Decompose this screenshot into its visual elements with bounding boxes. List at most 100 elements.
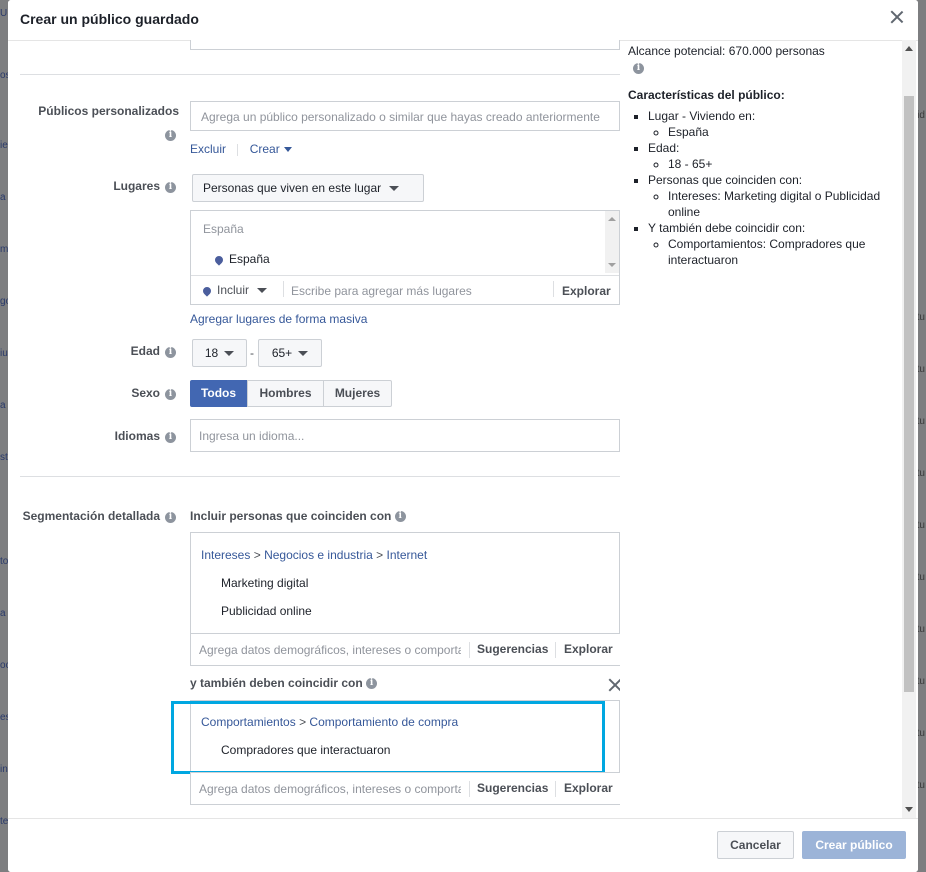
summary-interests-value: Intereses: Marketing digital o Publicida… bbox=[668, 189, 881, 219]
breadcrumb-business[interactable]: Negocios e industria bbox=[264, 548, 373, 562]
narrow-search-bar: Agrega datos demográficos, intereses o c… bbox=[190, 772, 620, 805]
summary-title: Características del público: bbox=[628, 88, 785, 102]
summary-narrow: Y también debe coincidir con: bbox=[648, 221, 806, 235]
gender-women-button[interactable]: Mujeres bbox=[323, 380, 392, 407]
suggestions-button[interactable]: Sugerencias bbox=[477, 642, 548, 656]
scroll-thumb[interactable] bbox=[904, 96, 914, 692]
audience-summary: Alcance potencial: 670.000 personas i Ca… bbox=[620, 40, 902, 818]
breadcrumb-interests[interactable]: Intereses bbox=[201, 548, 250, 562]
narrow-search-input[interactable]: Agrega datos demográficos, intereses o c… bbox=[199, 782, 461, 796]
create-audience-button[interactable]: Crear público bbox=[802, 831, 906, 859]
bg-fragment: a bbox=[0, 192, 6, 203]
targeting-item[interactable]: Marketing digital bbox=[221, 576, 308, 590]
exclude-link[interactable]: Excluir bbox=[190, 142, 226, 156]
breadcrumb-separator: > bbox=[253, 548, 261, 562]
scroll-down-icon[interactable] bbox=[608, 263, 616, 267]
age-min-value: 18 bbox=[204, 346, 219, 360]
info-icon: i bbox=[165, 345, 176, 359]
scroll-up-icon[interactable] bbox=[608, 217, 616, 221]
narrow-audience-text: y también deben coincidir con bbox=[190, 676, 363, 690]
summary-age: Edad: bbox=[648, 141, 680, 155]
location-type-dropdown[interactable]: Personas que viven en este lugar bbox=[192, 174, 424, 202]
dialog-footer: Cancelar Crear público bbox=[8, 818, 918, 872]
location-type-label: Personas que viven en este lugar bbox=[203, 181, 382, 195]
explore-button[interactable]: Explorar bbox=[564, 642, 613, 656]
remove-narrow-icon[interactable] bbox=[608, 678, 620, 690]
separator bbox=[553, 281, 554, 297]
chevron-down-icon bbox=[283, 147, 292, 153]
include-people-label: Incluir personas que coinciden con i bbox=[190, 509, 406, 523]
narrow-search-placeholder: Agrega datos demográficos, intereses o c… bbox=[199, 782, 461, 796]
separator bbox=[237, 143, 239, 156]
location-explore-button[interactable]: Explorar bbox=[562, 284, 611, 298]
country-group-label: España bbox=[203, 222, 244, 236]
targeting-item[interactable]: Publicidad online bbox=[221, 604, 312, 618]
dialog-title: Crear un público guardado bbox=[20, 11, 199, 27]
targeting-search-input[interactable]: Agrega datos demográficos, intereses o c… bbox=[199, 643, 461, 657]
scroll-down-icon[interactable] bbox=[905, 807, 913, 812]
gender-all-button[interactable]: Todos bbox=[190, 380, 247, 407]
location-box: España España Incluir Escribe para agreg… bbox=[190, 210, 620, 305]
breadcrumb-internet[interactable]: Internet bbox=[387, 548, 428, 562]
info-icon: i bbox=[366, 678, 378, 690]
custom-audience-input[interactable]: Agrega un público personalizado o simila… bbox=[190, 101, 620, 131]
bg-fragment: a bbox=[0, 608, 6, 619]
chevron-down-icon bbox=[257, 288, 268, 294]
separator bbox=[555, 781, 556, 797]
summary-location: Lugar - Viviendo en: bbox=[648, 109, 756, 123]
section-divider bbox=[20, 74, 620, 75]
custom-audiences-label: Públicos personalizados bbox=[38, 104, 179, 118]
age-max-value: 65+ bbox=[271, 346, 293, 360]
targeting-search-placeholder: Agrega datos demográficos, intereses o c… bbox=[199, 643, 461, 657]
previous-field bbox=[190, 40, 620, 50]
narrow-suggestions-button[interactable]: Sugerencias bbox=[477, 781, 548, 795]
separator bbox=[283, 281, 284, 297]
bg-fragment: st bbox=[0, 452, 8, 463]
gender-label: Sexo bbox=[131, 386, 160, 400]
info-icon: i bbox=[165, 128, 176, 142]
language-input[interactable]: Ingresa un idioma... bbox=[190, 419, 620, 452]
summary-narrow-value: Comportamientos: Compradores que interac… bbox=[668, 237, 866, 267]
bulk-locations-link[interactable]: Agregar lugares de forma masiva bbox=[190, 312, 367, 326]
gender-men-button[interactable]: Hombres bbox=[247, 380, 324, 407]
language-placeholder: Ingresa un idioma... bbox=[199, 429, 305, 443]
age-min-dropdown[interactable]: 18 bbox=[192, 339, 247, 367]
summary-interests: Personas que coinciden con: bbox=[648, 173, 803, 187]
include-targeting-box: Intereses > Negocios e industria > Inter… bbox=[190, 532, 620, 634]
detailed-targeting-label: Segmentación detallada bbox=[22, 509, 160, 523]
location-search-input[interactable]: Escribe para agregar más lugares bbox=[291, 284, 472, 298]
age-max-dropdown[interactable]: 65+ bbox=[258, 339, 322, 367]
highlight-box bbox=[171, 701, 605, 774]
location-divider bbox=[191, 275, 619, 276]
include-search-bar: Agrega datos demográficos, intereses o c… bbox=[190, 633, 620, 666]
bg-fragment: in bbox=[0, 764, 8, 775]
narrow-explore-button[interactable]: Explorar bbox=[564, 781, 613, 795]
create-dropdown[interactable]: Crear bbox=[250, 142, 292, 156]
scroll-up-icon[interactable] bbox=[905, 46, 913, 51]
include-dropdown[interactable]: Incluir bbox=[201, 283, 268, 297]
summary-age-value: 18 - 65+ bbox=[668, 157, 713, 171]
section-divider bbox=[20, 476, 620, 477]
info-icon: i bbox=[165, 430, 176, 444]
location-scrollbar[interactable] bbox=[605, 211, 619, 273]
locations-label: Lugares bbox=[113, 179, 160, 193]
info-icon: i bbox=[165, 387, 176, 401]
separator bbox=[469, 642, 470, 658]
info-icon: i bbox=[394, 511, 406, 523]
cancel-button[interactable]: Cancelar bbox=[717, 831, 794, 859]
potential-reach: Alcance potencial: 670.000 personas bbox=[628, 44, 825, 58]
info-icon: i bbox=[165, 510, 176, 524]
selected-location: España bbox=[213, 252, 270, 266]
bg-fragment: a bbox=[0, 400, 6, 411]
location-search-placeholder: Escribe para agregar más lugares bbox=[291, 284, 472, 298]
chevron-down-icon bbox=[298, 351, 309, 357]
dialog-scrollbar[interactable] bbox=[902, 40, 916, 818]
bg-fragment: id bbox=[917, 110, 925, 121]
bg-fragment: iu bbox=[0, 348, 8, 359]
custom-audience-actions: Excluir Crear bbox=[190, 142, 292, 156]
include-breadcrumb: Intereses > Negocios e industria > Inter… bbox=[201, 548, 427, 562]
custom-audience-placeholder: Agrega un público personalizado o simila… bbox=[201, 110, 600, 124]
breadcrumb-separator: > bbox=[376, 548, 384, 562]
create-label: Crear bbox=[249, 142, 280, 156]
close-icon[interactable] bbox=[890, 10, 904, 24]
